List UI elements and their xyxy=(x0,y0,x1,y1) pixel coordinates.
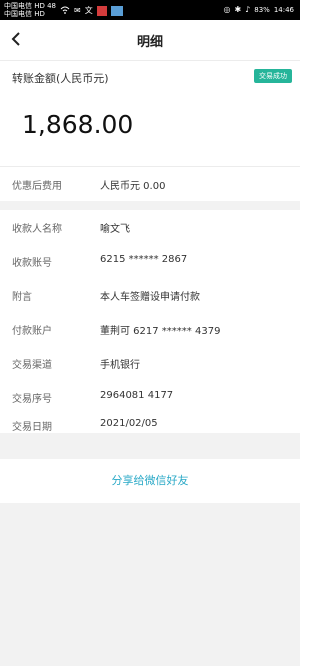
detail-row-serial: 交易序号 2964081 4177 xyxy=(0,380,300,415)
detail-label: 交易日期 xyxy=(12,422,52,433)
fee-label: 优惠后费用 xyxy=(12,181,62,192)
detail-value: 喻文飞 xyxy=(100,224,130,235)
app-badge-icon xyxy=(96,5,107,16)
app-badge-2-icon xyxy=(110,5,123,16)
text-icon: 文 xyxy=(84,6,93,15)
fee-row: 优惠后费用 人民币元 0.00 xyxy=(0,167,300,201)
status-badge: 交易成功 xyxy=(254,69,292,83)
headset-icon: ◎ xyxy=(223,5,231,14)
detail-value: 手机银行 xyxy=(100,360,140,371)
header-bar: 明细 xyxy=(0,20,300,61)
detail-row-payee-account: 收款账号 6215 ****** 2867 xyxy=(0,244,300,279)
amount-label: 转账金额(人民币元) xyxy=(12,72,109,85)
detail-value: 6215 ****** 2867 xyxy=(100,254,188,265)
detail-row-payee-name: 收款人名称 喻文飞 xyxy=(0,210,300,245)
detail-value: 2021/02/05 xyxy=(100,418,158,429)
system-status: ◎ ✱ ♪ 83% 14:46 xyxy=(223,5,294,14)
carrier-line-1: 中国电信 HD 48 xyxy=(4,2,57,10)
status-icons: ✉ 文 xyxy=(60,5,123,16)
detail-label: 付款账户 xyxy=(12,326,52,337)
detail-row-payer-account: 付款账户 董荆可 6217 ****** 4379 xyxy=(0,312,300,347)
detail-value: 2964081 4177 xyxy=(100,390,174,401)
detail-row-remark: 附言 本人车签赠设申请付款 xyxy=(0,278,300,313)
page-title: 明细 xyxy=(136,35,163,50)
battery-percent: 83% xyxy=(254,5,270,14)
detail-label: 收款人名称 xyxy=(12,224,62,235)
amount-section: 转账金额(人民币元) 交易成功 1,868.00 xyxy=(0,60,300,166)
detail-value: 董荆可 6217 ****** 4379 xyxy=(100,326,221,337)
wifi-icon xyxy=(60,6,70,16)
clock: 14:46 xyxy=(273,5,294,14)
detail-label: 交易渠道 xyxy=(12,360,52,371)
status-bar: 中国电信 HD 48 中国电信 HD ✉ 文 ◎ ✱ ♪ 83% 14:46 xyxy=(0,0,300,20)
detail-label: 附言 xyxy=(12,292,32,303)
fee-value: 人民币元 0.00 xyxy=(100,181,166,192)
detail-value: 本人车签赠设申请付款 xyxy=(100,292,200,303)
section-gap xyxy=(0,433,300,459)
carrier-line-2: 中国电信 HD xyxy=(4,10,45,18)
detail-label: 收款账号 xyxy=(12,258,52,269)
detail-row-channel: 交易渠道 手机银行 xyxy=(0,346,300,381)
bluetooth-icon: ✱ xyxy=(234,5,242,14)
amount-value: 1,868.00 xyxy=(22,110,134,139)
mute-icon: ♪ xyxy=(245,5,251,14)
page-background xyxy=(0,503,300,666)
share-wechat-button[interactable]: 分享给微信好友 xyxy=(0,459,300,503)
notification-icon: ✉ xyxy=(74,6,81,15)
carrier-info: 中国电信 HD 48 中国电信 HD xyxy=(4,2,56,18)
section-gap xyxy=(0,201,300,210)
detail-row-date: 交易日期 2021/02/05 xyxy=(0,414,300,433)
detail-label: 交易序号 xyxy=(12,394,52,405)
